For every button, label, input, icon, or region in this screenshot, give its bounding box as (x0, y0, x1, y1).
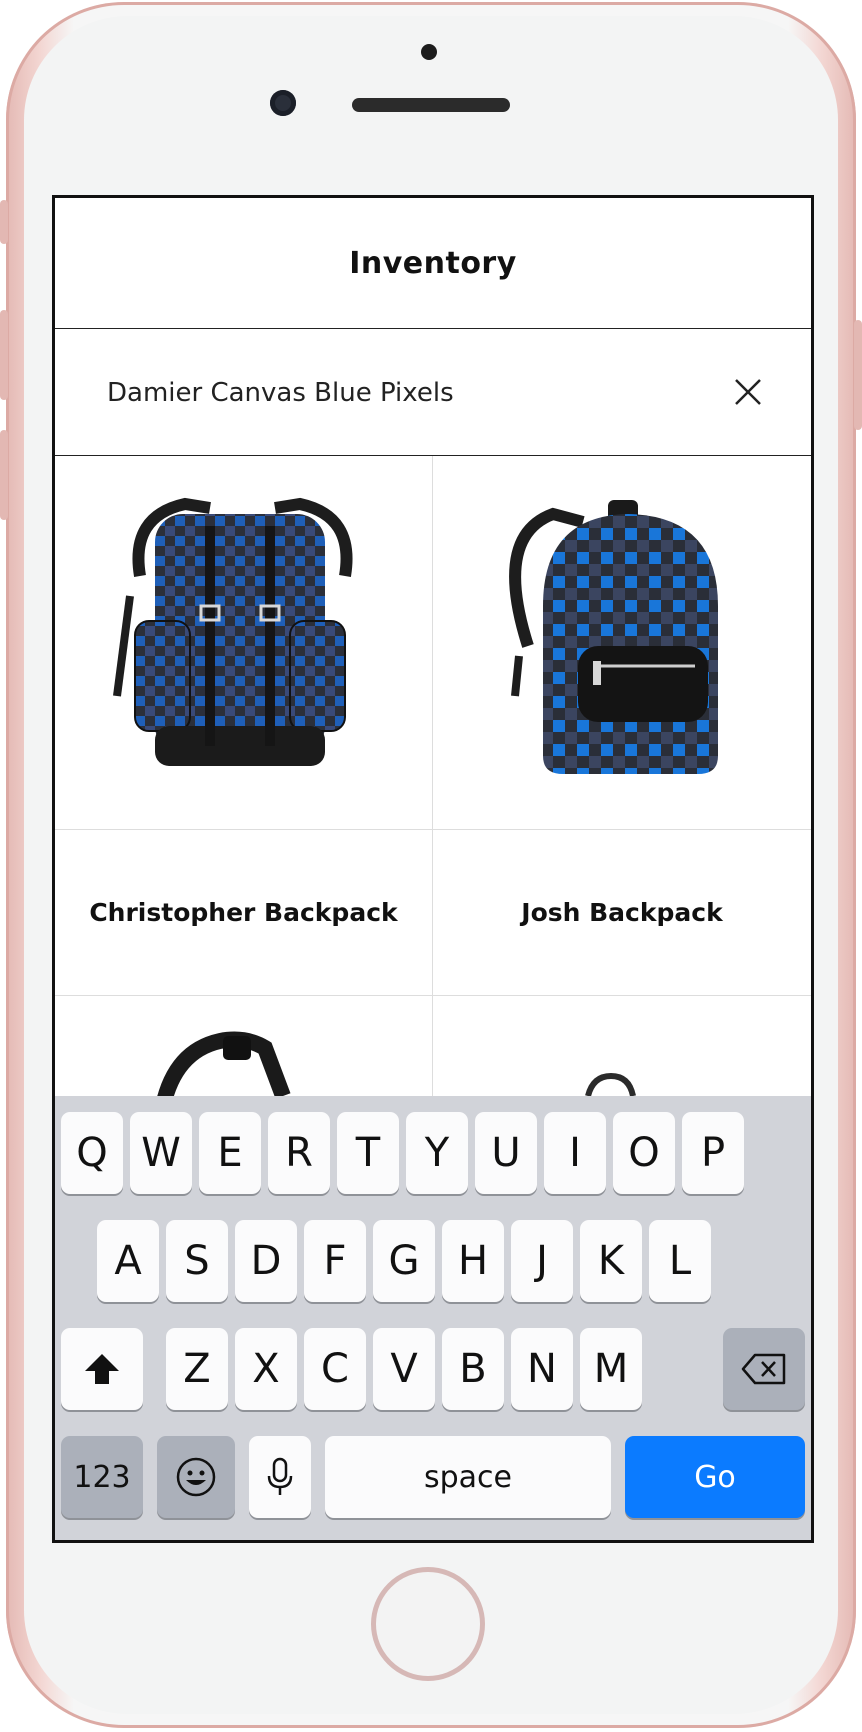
key-x[interactable]: X (235, 1328, 297, 1410)
front-camera (270, 90, 296, 116)
space-key[interactable]: space (325, 1436, 611, 1518)
delete-key[interactable] (723, 1328, 805, 1410)
key-w[interactable]: W (130, 1112, 192, 1194)
shift-key[interactable] (61, 1328, 143, 1410)
key-r[interactable]: R (268, 1112, 330, 1194)
key-m[interactable]: M (580, 1328, 642, 1410)
dictation-key[interactable] (249, 1436, 311, 1518)
search-bar (55, 329, 811, 456)
proximity-sensor (421, 44, 437, 60)
product-label-cell[interactable]: Christopher Backpack (55, 830, 433, 996)
shift-icon (85, 1354, 119, 1384)
key-i[interactable]: I (544, 1112, 606, 1194)
close-icon (735, 379, 761, 405)
mute-switch (0, 200, 8, 244)
backpack-image (113, 497, 353, 766)
microphone-icon (267, 1457, 293, 1495)
key-y[interactable]: Y (406, 1112, 468, 1194)
volume-down-button (0, 430, 8, 520)
key-o[interactable]: O (613, 1112, 675, 1194)
power-button (854, 320, 862, 430)
volume-up-button (0, 310, 8, 400)
product-image-cell[interactable] (55, 456, 433, 830)
key-n[interactable]: N (511, 1328, 573, 1410)
product-label-cell[interactable]: Josh Backpack (433, 830, 811, 996)
key-f[interactable]: F (304, 1220, 366, 1302)
emoji-key[interactable] (157, 1436, 235, 1518)
key-h[interactable]: H (442, 1220, 504, 1302)
key-u[interactable]: U (475, 1112, 537, 1194)
key-z[interactable]: Z (166, 1328, 228, 1410)
emoji-icon (176, 1457, 216, 1497)
key-b[interactable]: B (442, 1328, 504, 1410)
search-input[interactable] (105, 367, 709, 419)
key-a[interactable]: A (97, 1220, 159, 1302)
backspace-icon (741, 1353, 786, 1385)
key-p[interactable]: P (682, 1112, 744, 1194)
key-s[interactable]: S (166, 1220, 228, 1302)
onscreen-keyboard: Q W E R T Y U I O P A S D F G H J K L Z … (55, 1096, 811, 1540)
home-button[interactable] (371, 1567, 485, 1681)
key-e[interactable]: E (199, 1112, 261, 1194)
product-image-cell[interactable] (433, 456, 811, 830)
key-k[interactable]: K (580, 1220, 642, 1302)
page-title: Inventory (349, 245, 517, 281)
clear-search-button[interactable] (723, 367, 773, 417)
key-g[interactable]: G (373, 1220, 435, 1302)
key-c[interactable]: C (304, 1328, 366, 1410)
key-l[interactable]: L (649, 1220, 711, 1302)
key-q[interactable]: Q (61, 1112, 123, 1194)
numbers-key[interactable]: 123 (61, 1436, 143, 1518)
top-bar: Inventory (55, 198, 811, 329)
key-v[interactable]: V (373, 1328, 435, 1410)
product-name: Josh Backpack (521, 898, 723, 927)
go-key[interactable]: Go (625, 1436, 805, 1518)
app-screen: Inventory Damier Canvas Blue Pixels Chri… (52, 195, 814, 1543)
earpiece-speaker (352, 98, 510, 112)
key-t[interactable]: T (337, 1112, 399, 1194)
backpack-image (509, 500, 718, 774)
key-d[interactable]: D (235, 1220, 297, 1302)
product-name: Christopher Backpack (89, 898, 398, 927)
key-j[interactable]: J (511, 1220, 573, 1302)
